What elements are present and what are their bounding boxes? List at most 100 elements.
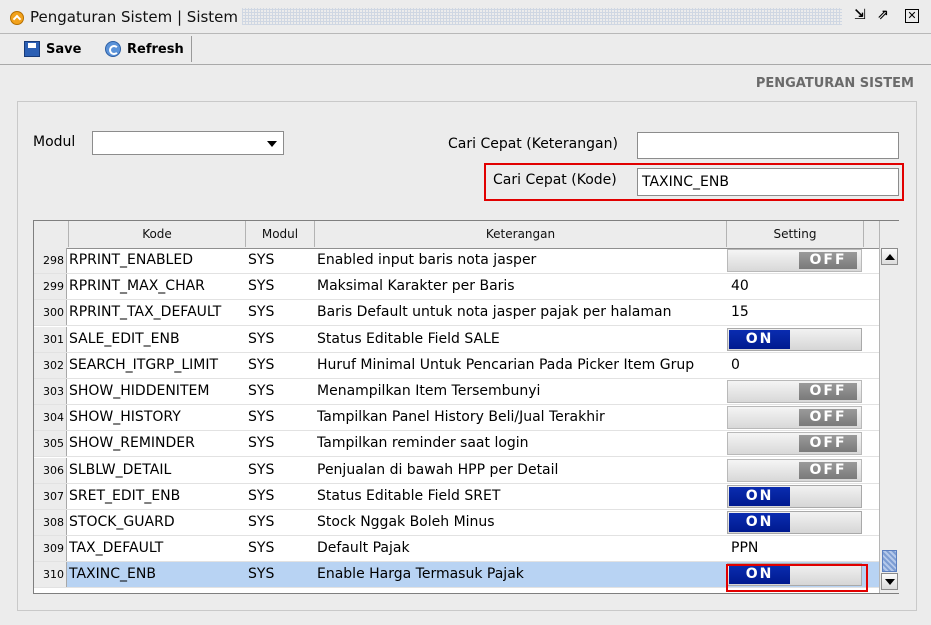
setting-toggle[interactable]: OFF [727, 406, 862, 430]
save-icon [24, 41, 40, 57]
setting-toggle[interactable]: OFF [727, 249, 862, 272]
row-number-header [34, 221, 69, 247]
cell-keterangan: Penjualan di bawah HPP per Detail [317, 461, 559, 478]
row-number: 299 [34, 274, 67, 300]
restore-icon[interactable]: ⇲ [852, 7, 868, 23]
row-number: 303 [34, 379, 67, 404]
cell-keterangan: Enable Harga Termasuk Pajak [317, 566, 524, 583]
cari-keterangan-label: Cari Cepat (Keterangan) [448, 136, 618, 152]
scroll-thumb[interactable] [882, 550, 897, 572]
setting-toggle-label: OFF [799, 435, 857, 453]
scroll-down-button[interactable] [881, 573, 898, 590]
row-number: 310 [34, 562, 67, 588]
setting-toggle-label: OFF [799, 383, 857, 400]
cari-keterangan-input[interactable] [637, 132, 899, 159]
setting-value[interactable]: PPN [731, 536, 758, 561]
setting-toggle[interactable]: OFF [727, 432, 862, 456]
title-bar-drag-area[interactable] [242, 8, 842, 25]
app-icon [10, 11, 24, 25]
row-number: 301 [34, 326, 67, 352]
toolbar: Save Refresh [0, 34, 931, 65]
setting-toggle[interactable]: ON [727, 511, 862, 534]
setting-toggle[interactable]: OFF [727, 458, 862, 482]
table-row[interactable]: 301 SALE_EDIT_ENB SYS Status Editable Field… [34, 326, 880, 353]
refresh-button[interactable]: Refresh [105, 37, 184, 61]
table-row[interactable]: 299 RPRINT_MAX_CHAR SYS Maksimal Karakter p… [34, 274, 880, 301]
table-row[interactable]: 305 SHOW_REMINDER SYS Tampilkan reminder sa… [34, 431, 880, 458]
setting-toggle[interactable]: ON [727, 327, 862, 351]
table-row[interactable]: 300 RPRINT_TAX_DEFAULT SYS Baris Default un… [34, 300, 880, 327]
maximize-icon[interactable]: ⇗ [875, 7, 891, 23]
cell-modul: SYS [248, 252, 275, 268]
window-title: Pengaturan Sistem | Sistem [30, 8, 239, 26]
cell-keterangan: Enabled input baris nota jasper [317, 252, 537, 268]
table-row[interactable]: 304 SHOW_HISTORY SYS Tampilkan Panel Histor… [34, 405, 880, 432]
table-row[interactable]: 306 SLBLW_DETAIL SYS Penjualan di bawah HPP… [34, 457, 880, 484]
column-header-setting[interactable]: Setting [727, 221, 864, 247]
setting-highlight [726, 564, 868, 592]
column-header-modul[interactable]: Modul [246, 221, 315, 247]
close-icon[interactable]: ✕ [905, 9, 919, 23]
cell-keterangan: Tampilkan reminder saat login [317, 435, 529, 452]
setting-toggle-label: ON [729, 513, 790, 532]
cell-keterangan: Status Editable Field SALE [317, 330, 500, 347]
table-row[interactable]: 303 SHOW_HIDDENITEM SYS Menampilkan Item Te… [34, 379, 880, 405]
cell-keterangan: Status Editable Field SRET [317, 487, 501, 504]
cell-modul: SYS [248, 356, 275, 373]
row-number: 304 [34, 405, 67, 431]
scroll-up-button[interactable] [881, 248, 898, 265]
table-row[interactable]: 309 TAX_DEFAULT SYS Default Pajak PPN [34, 536, 880, 563]
chevron-down-icon [267, 141, 277, 147]
cell-keterangan: Baris Default untuk nota jasper pajak pe… [317, 304, 672, 321]
cell-modul: SYS [248, 435, 275, 452]
setting-toggle-label: OFF [799, 461, 857, 479]
column-header-keterangan[interactable]: Keterangan [315, 221, 727, 247]
cell-modul: SYS [248, 566, 275, 583]
page-heading: PENGATURAN SISTEM [755, 76, 914, 91]
setting-toggle[interactable]: ON [727, 484, 862, 508]
toolbar-separator [191, 36, 192, 62]
save-button[interactable]: Save [24, 37, 81, 61]
table-row[interactable]: 302 SEARCH_ITGRP_LIMIT SYS Huruf Minimal Un… [34, 352, 880, 379]
vertical-scrollbar[interactable] [879, 221, 899, 593]
row-number: 309 [34, 536, 67, 562]
cell-modul: SYS [248, 409, 275, 426]
modul-select[interactable] [92, 131, 284, 155]
table-row[interactable]: 307 SRET_EDIT_ENB SYS Status Editable Field… [34, 483, 880, 510]
cell-modul: SYS [248, 461, 275, 478]
cell-modul: SYS [248, 330, 275, 347]
modul-label: Modul [33, 134, 76, 150]
refresh-label: Refresh [127, 41, 184, 57]
setting-value[interactable]: 40 [731, 274, 749, 299]
settings-table: Kode Modul Keterangan Setting 298 RPRINT_… [33, 220, 899, 594]
cell-keterangan: Tampilkan Panel History Beli/Jual Terakh… [317, 409, 605, 426]
table-header: Kode Modul Keterangan Setting [34, 221, 880, 249]
cell-modul: SYS [248, 383, 275, 399]
cell-keterangan: Menampilkan Item Tersembunyi [317, 383, 541, 399]
cari-kode-label: Cari Cepat (Kode) [493, 172, 617, 188]
refresh-icon [105, 41, 121, 57]
setting-toggle-label: OFF [799, 252, 857, 269]
table-row[interactable]: 308 STOCK_GUARD SYS Stock Nggak Boleh Minus… [34, 510, 880, 536]
setting-toggle-label: ON [729, 329, 790, 349]
row-number: 300 [34, 300, 67, 326]
save-label: Save [46, 41, 82, 57]
cell-keterangan: Maksimal Karakter per Baris [317, 278, 515, 295]
cari-kode-input[interactable]: TAXINC_ENB [637, 168, 899, 196]
cell-modul: SYS [248, 487, 275, 504]
column-header-kode[interactable]: Kode [69, 221, 246, 247]
row-number: 306 [34, 457, 67, 483]
setting-value[interactable]: 15 [731, 300, 749, 325]
row-number: 305 [34, 431, 67, 457]
row-number: 308 [34, 510, 67, 535]
table-row[interactable]: 298 RPRINT_ENABLED SYS Enabled input baris … [34, 248, 880, 274]
cell-modul: SYS [248, 514, 275, 530]
cell-modul: SYS [248, 278, 275, 295]
setting-value[interactable]: 0 [731, 353, 740, 378]
cell-modul: SYS [248, 540, 275, 557]
row-number: 298 [34, 248, 67, 273]
cell-keterangan: Stock Nggak Boleh Minus [317, 514, 495, 530]
row-number: 302 [34, 352, 67, 378]
settings-window: Pengaturan Sistem | Sistem ⇲ ⇗ ✕ Save Re… [0, 0, 931, 625]
setting-toggle[interactable]: OFF [727, 380, 862, 403]
